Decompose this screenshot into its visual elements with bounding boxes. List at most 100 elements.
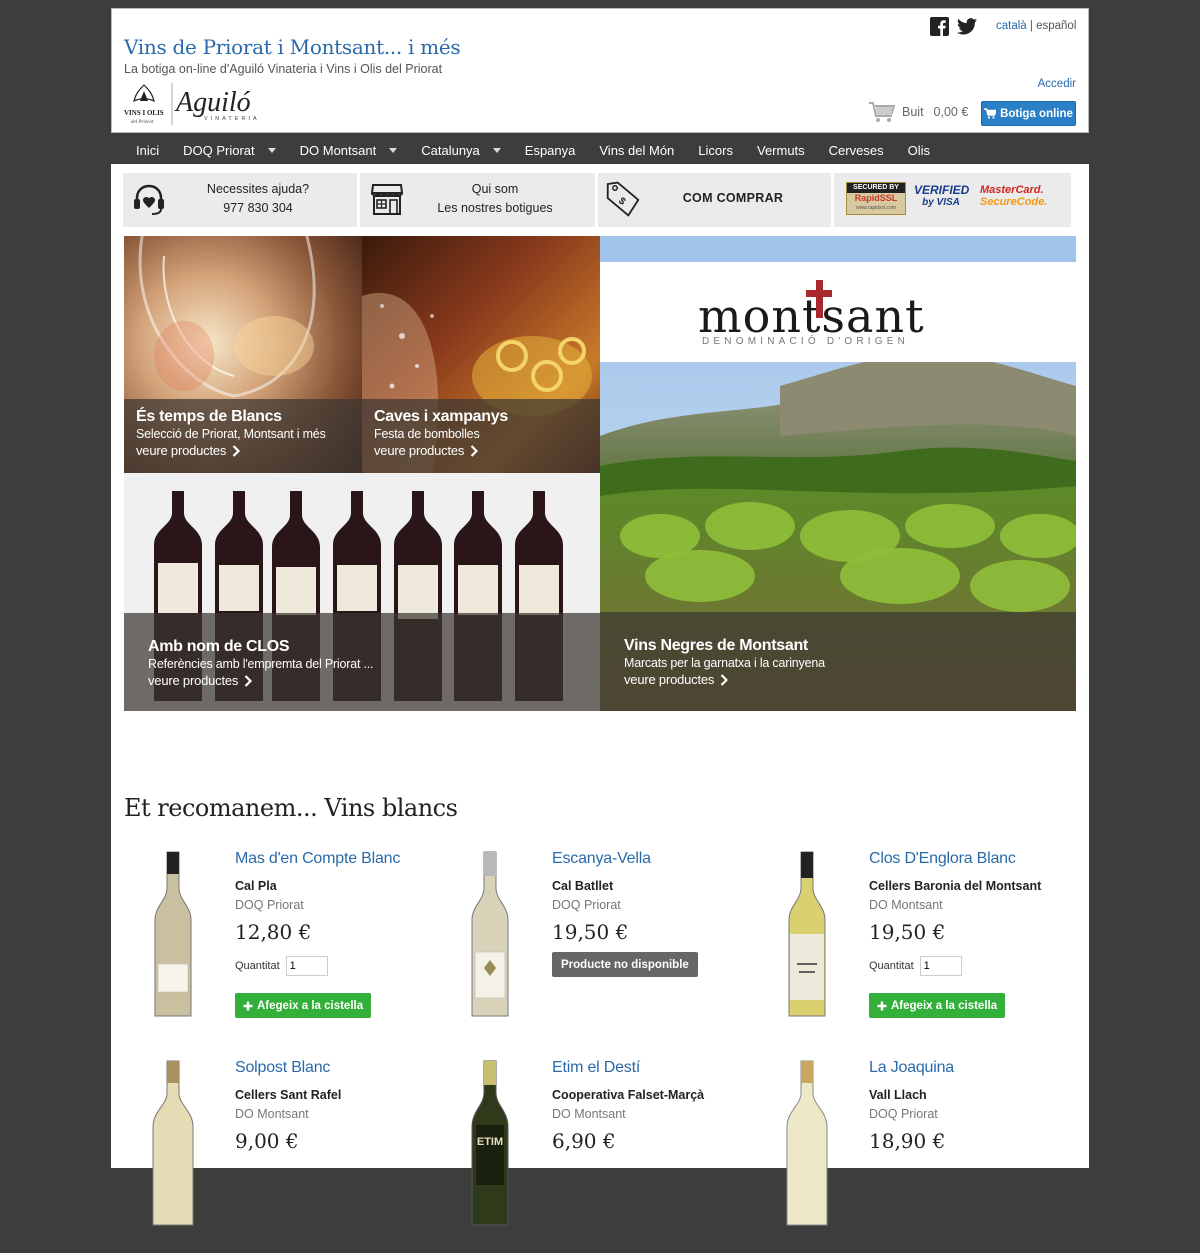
product-price: 6,90 €	[552, 1129, 616, 1153]
product-name[interactable]: La Joaquina	[869, 1059, 954, 1077]
rapidssl-badge-name: RapidSSL	[854, 193, 898, 203]
nav-label: Espanya	[524, 142, 576, 158]
facebook-icon[interactable]	[930, 17, 949, 36]
about-box[interactable]: Qui som Les nostres botigues	[360, 173, 595, 227]
add-to-cart-button[interactable]: Afegeix a la cistella	[869, 993, 1006, 1018]
chevron-right-icon	[720, 674, 729, 686]
product-price: 9,00 €	[235, 1129, 299, 1153]
cart-icon	[869, 102, 896, 122]
tile-blancs[interactable]: És temps de Blancs Selecció de Priorat, …	[124, 236, 362, 473]
plus-icon	[243, 1001, 253, 1010]
storefront-icon	[370, 184, 404, 215]
tile-link[interactable]: veure productes	[374, 442, 600, 460]
nav-label: Inici	[136, 142, 160, 158]
logo-small-text: VINS I OLIS	[124, 109, 164, 117]
product-card: ETIM Etim el Destí Cooperativa Falset-Ma…	[440, 1053, 740, 1253]
nav-item-do-montsant[interactable]: DO Montsant	[288, 136, 410, 164]
tile-subtitle: Referències amb l'empremta del Priorat .…	[148, 657, 374, 671]
product-denomination: DO Montsant	[869, 898, 943, 912]
nav-label: Cerveses	[828, 142, 884, 158]
language-switcher: català | español	[996, 20, 1076, 32]
product-denomination: DOQ Priorat	[235, 898, 304, 912]
tile-overlay: Vins Negres de Montsant Marcats per la g…	[600, 612, 1076, 711]
tile-overlay: És temps de Blancs Selecció de Priorat, …	[124, 399, 362, 473]
product-name[interactable]: Escanya-Vella	[552, 850, 651, 868]
product-name[interactable]: Clos D'Englora Blanc	[869, 850, 1016, 868]
plus-icon	[877, 1001, 887, 1010]
nav-label: Licors	[698, 142, 733, 158]
nav-item-vins-del-mon[interactable]: Vins del Món	[587, 136, 686, 164]
add-to-cart-label: Afegeix a la cistella	[257, 999, 364, 1012]
tile-subtitle: Festa de bombolles	[374, 427, 480, 441]
quantity-control: Quantitat	[869, 956, 962, 976]
cart-icon-small	[984, 108, 997, 119]
tile-title: Vins Negres de Montsant	[624, 637, 808, 654]
nav-item-olis[interactable]: Olis	[896, 136, 942, 164]
tile-link[interactable]: veure productes	[624, 671, 1076, 689]
login-link[interactable]: Accedir	[1038, 78, 1076, 90]
aguilo-logo[interactable]: VINS I OLIS del Priorat Aguiló VINATERIA	[122, 79, 272, 129]
cart-summary[interactable]: Buit 0,00 €	[868, 101, 968, 123]
caret-down-icon	[492, 147, 501, 153]
rapidssl-badge: SECURED BY RapidSSL www.rapidssl.com	[846, 182, 906, 215]
tile-overlay: Caves i xampanys Festa de bombolles veur…	[362, 399, 600, 473]
tile-caves[interactable]: Caves i xampanys Festa de bombolles veur…	[362, 236, 600, 473]
tile-link-label: veure productes	[374, 443, 465, 458]
help-box[interactable]: Necessites ajuda? 977 830 304	[123, 173, 357, 227]
lang-espanol[interactable]: español	[1036, 20, 1076, 32]
tile-clos[interactable]: Amb nom de CLOS Referències amb l'emprem…	[124, 473, 600, 711]
tile-title: Caves i xampanys	[374, 408, 508, 425]
tile-link[interactable]: veure productes	[148, 672, 600, 690]
product-card: Clos D'Englora Blanc Cellers Baronia del…	[757, 844, 1057, 1044]
add-to-cart-label: Afegeix a la cistella	[891, 999, 998, 1012]
shop-online-button[interactable]: Botiga online	[981, 101, 1076, 126]
product-bottle-image[interactable]	[123, 844, 223, 1024]
product-bottle-image[interactable]	[757, 1053, 857, 1233]
main-content: Necessites ajuda? 977 830 304 Qui som Le…	[111, 164, 1089, 1226]
site-title[interactable]: Vins de Priorat i Montsant... i més	[124, 35, 461, 59]
product-bottle-image[interactable]	[440, 844, 540, 1024]
nav-item-doq-priorat[interactable]: DOQ Priorat	[171, 136, 288, 164]
nav-item-cerveses[interactable]: Cerveses	[817, 136, 896, 164]
quantity-input[interactable]	[285, 956, 328, 976]
nav-item-inici[interactable]: Inici	[111, 136, 171, 164]
payment-badges: SECURED BY RapidSSL www.rapidssl.com VER…	[834, 173, 1071, 227]
quantity-label: Quantitat	[869, 960, 914, 972]
tile-subtitle: Selecció de Priorat, Montsant i més	[136, 427, 326, 441]
montsant-logo-text: montsant	[698, 289, 925, 343]
product-bottle-image[interactable]: ETIM	[440, 1053, 540, 1233]
about-title: Qui som	[471, 182, 519, 196]
lang-catala[interactable]: català	[996, 20, 1027, 32]
twitter-icon[interactable]	[957, 17, 977, 36]
nav-label: Vins del Món	[599, 142, 675, 158]
product-name[interactable]: Mas d'en Compte Blanc	[235, 850, 400, 868]
nav-item-licors[interactable]: Licors	[686, 136, 745, 164]
product-denomination: DO Montsant	[235, 1107, 309, 1121]
product-name[interactable]: Solpost Blanc	[235, 1059, 330, 1077]
product-bottle-image[interactable]	[123, 1053, 223, 1233]
tile-overlay: Amb nom de CLOS Referències amb l'emprem…	[124, 613, 600, 711]
nav-item-catalunya[interactable]: Catalunya	[409, 136, 513, 164]
help-phone[interactable]: 977 830 304	[183, 199, 333, 218]
tile-link-label: veure productes	[624, 672, 715, 687]
product-bottle-image[interactable]	[757, 844, 857, 1024]
chevron-right-icon	[244, 675, 253, 687]
quantity-control: Quantitat	[235, 956, 328, 976]
product-unavailable-button: Producte no disponible	[552, 952, 698, 977]
product-card: Solpost Blanc Cellers Sant Rafel DO Mont…	[123, 1053, 423, 1253]
tile-montsant[interactable]: montsant DENOMINACIÓ D'ORIGEN Vins Negre…	[600, 236, 1076, 711]
nav-item-espanya[interactable]: Espanya	[513, 136, 588, 164]
headset-icon	[134, 184, 164, 215]
rapidssl-badge-top: SECURED BY	[847, 183, 905, 193]
nav-item-vermuts[interactable]: Vermuts	[745, 136, 817, 164]
tile-link[interactable]: veure productes	[136, 442, 362, 460]
social-links	[930, 17, 977, 36]
product-name[interactable]: Etim el Destí	[552, 1059, 640, 1077]
product-price: 12,80 €	[235, 920, 312, 944]
how-to-buy-box[interactable]: $ COM COMPRAR	[598, 173, 831, 227]
tile-link-label: veure productes	[136, 443, 227, 458]
tile-subtitle: Marcats per la garnatxa i la carinyena	[624, 656, 825, 670]
product-producer: Cal Batllet	[552, 879, 614, 893]
quantity-input[interactable]	[919, 956, 962, 976]
add-to-cart-button[interactable]: Afegeix a la cistella	[235, 993, 372, 1018]
